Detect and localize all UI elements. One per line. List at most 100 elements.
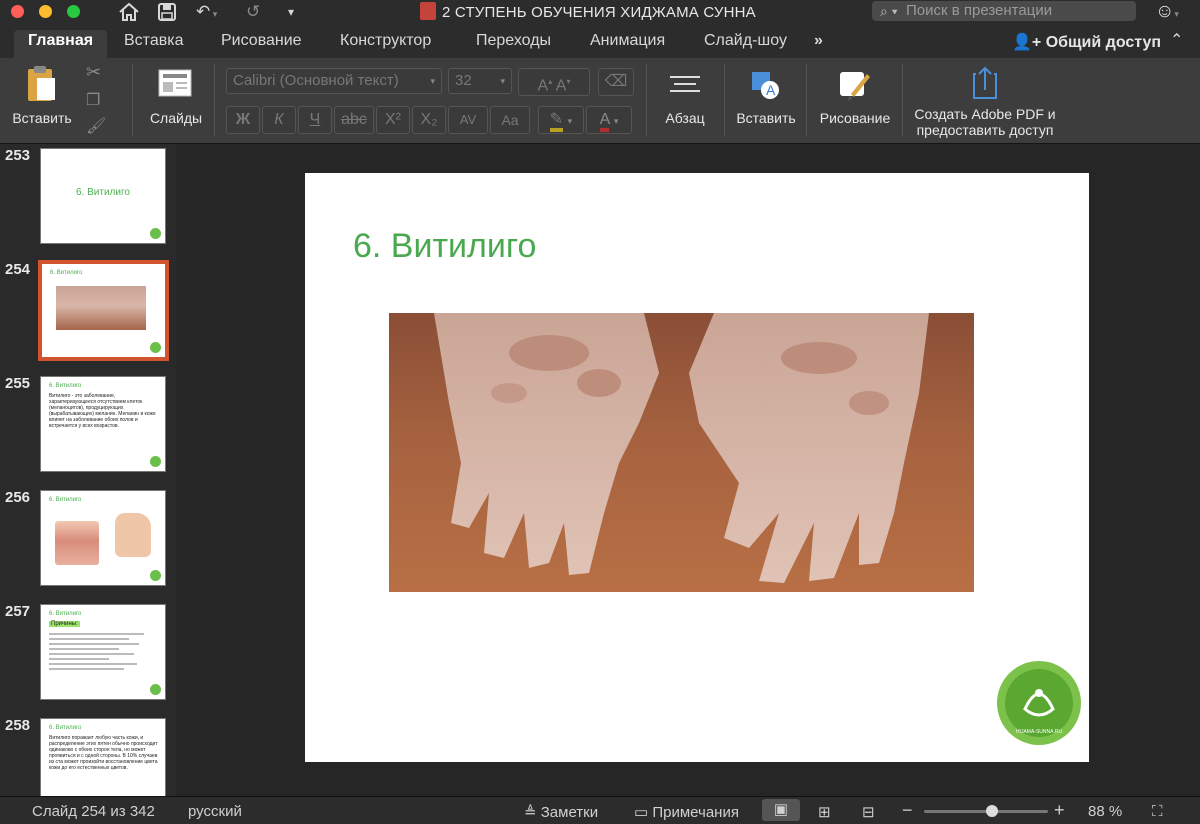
- thumbnail-text-lines: [49, 633, 149, 673]
- clear-formatting-icon[interactable]: ⌫: [598, 68, 634, 96]
- thumbnail-number: 258: [5, 717, 31, 734]
- zoom-out-button[interactable]: −: [902, 800, 913, 821]
- ribbon: Вставить ✂ ❐ 🖌 Слайды Calibri (Основной …: [0, 58, 1200, 144]
- tab-animations[interactable]: Анимация: [576, 30, 679, 58]
- collapse-ribbon-icon[interactable]: ⌃: [1170, 30, 1183, 50]
- superscript-button[interactable]: X²: [376, 106, 410, 134]
- highlighter-icon: ✎: [549, 111, 564, 132]
- current-slide[interactable]: 6. Витилиго HIJAMA-SUNNA.RU: [305, 173, 1089, 762]
- change-case-button[interactable]: Aa: [490, 106, 530, 134]
- zoom-slider-thumb[interactable]: [986, 805, 999, 817]
- share-button[interactable]: 👤+ Общий доступ: [1012, 32, 1161, 52]
- zoom-in-button[interactable]: +: [1054, 800, 1065, 821]
- shape-fill-icon: [840, 72, 870, 101]
- ribbon-divider: [724, 64, 725, 136]
- slide-thumbnail-254[interactable]: 6. Витилиго: [38, 260, 169, 361]
- thumbnail-body-text: Витилиго поражает любую часть кожи, и ра…: [49, 735, 158, 771]
- language-indicator[interactable]: русский: [188, 803, 242, 820]
- thumbnail-title: 6. Витилиго: [49, 497, 82, 503]
- title-bar: ↶ ▾ ↺ ▾ 2 СТУПЕНЬ ОБУЧЕНИЯ ХИДЖАМА СУННА…: [0, 0, 1200, 24]
- create-adobe-pdf-button[interactable]: Создать Adobe PDF и предоставить доступ: [912, 64, 1058, 138]
- bold-button[interactable]: Ж: [226, 106, 260, 134]
- customize-toolbar-icon[interactable]: ▾: [288, 0, 294, 24]
- tab-design[interactable]: Конструктор: [326, 30, 445, 58]
- paragraph-button[interactable]: Абзац: [656, 64, 714, 126]
- feedback-smiley-icon[interactable]: ☺▾: [1155, 0, 1179, 26]
- strikethrough-button[interactable]: abc: [334, 106, 374, 134]
- thumbnail-skin-diagram: [55, 521, 99, 565]
- insert-button[interactable]: A Вставить: [734, 64, 798, 126]
- more-tabs-chevron-icon[interactable]: »: [800, 30, 837, 58]
- ribbon-divider: [902, 64, 903, 136]
- window-title: 2 СТУПЕНЬ ОБУЧЕНИЯ ХИДЖАМА СУННА: [420, 2, 756, 22]
- ribbon-divider: [132, 64, 133, 136]
- redo-icon[interactable]: ↺: [246, 0, 260, 24]
- slide-photo-vitiligo-hands[interactable]: [389, 313, 974, 592]
- ribbon-divider: [806, 64, 807, 136]
- hijama-sunna-logo: HIJAMA-SUNNA.RU: [995, 659, 1083, 747]
- copy-icon[interactable]: ❐: [86, 90, 100, 110]
- zoom-level[interactable]: 88 %: [1088, 803, 1122, 820]
- undo-icon[interactable]: ↶ ▾: [196, 0, 217, 24]
- tab-slideshow[interactable]: Слайд-шоу: [690, 30, 801, 58]
- ribbon-tabs: Главная Вставка Рисование Конструктор Пе…: [0, 24, 1200, 58]
- slide-sorter-view-button[interactable]: ⊞: [818, 803, 831, 821]
- notes-icon: ≜: [524, 804, 541, 821]
- site-logo-icon: [150, 570, 161, 581]
- site-logo-icon: [150, 342, 161, 353]
- cut-icon[interactable]: ✂: [86, 62, 101, 83]
- drawing-button[interactable]: Рисование: [816, 64, 894, 126]
- font-size-select[interactable]: 32 ▾: [448, 68, 512, 94]
- fit-to-window-icon[interactable]: ⛶: [1152, 803, 1163, 820]
- thumbnail-body-text: Витилиго - это заболевание, характеризую…: [49, 393, 156, 429]
- slide-title[interactable]: 6. Витилиго: [353, 227, 536, 266]
- slide-editor[interactable]: 6. Витилиго HIJAMA-SUNNA.RU: [176, 144, 1200, 796]
- new-slide-icon: [158, 69, 192, 97]
- site-logo-icon: [150, 684, 161, 695]
- thumbnail-image: [56, 286, 146, 330]
- paste-button[interactable]: Вставить: [8, 64, 76, 126]
- italic-button[interactable]: К: [262, 106, 296, 134]
- subscript-button[interactable]: X₂: [412, 106, 446, 134]
- character-spacing-button[interactable]: AV: [448, 106, 488, 134]
- grid-icon: ⊞: [818, 804, 831, 821]
- tab-transitions[interactable]: Переходы: [462, 30, 565, 58]
- slide-thumbnail-256[interactable]: 6. Витилиго: [40, 490, 166, 586]
- slide-thumbnail-257[interactable]: 6. Витилиго Причины:: [40, 604, 166, 700]
- font-color-button[interactable]: A ▾: [586, 106, 632, 134]
- search-input[interactable]: ⌕ ▾ Поиск в презентации: [872, 1, 1136, 21]
- slide-thumbnail-253[interactable]: 6. Витилиго: [40, 148, 166, 244]
- minimize-window-button[interactable]: [39, 5, 52, 18]
- highlight-color-button[interactable]: ✎ ▾: [538, 106, 584, 134]
- svg-text:A: A: [766, 82, 776, 98]
- underline-button[interactable]: Ч: [298, 106, 332, 134]
- thumbnail-title: 6. Витилиго: [49, 383, 82, 389]
- format-painter-icon[interactable]: 🖌: [86, 116, 106, 136]
- normal-view-icon: ▣: [773, 801, 789, 818]
- zoom-window-button[interactable]: [67, 5, 80, 18]
- home-icon[interactable]: [118, 0, 140, 24]
- save-icon[interactable]: [158, 0, 176, 24]
- share-pdf-icon: [973, 66, 997, 99]
- font-name-select[interactable]: Calibri (Основной текст) ▾: [226, 68, 442, 94]
- tab-insert[interactable]: Вставка: [110, 30, 197, 58]
- presenter-view-button[interactable]: ⊟: [862, 803, 875, 821]
- font-size-grow-shrink[interactable]: A▴ A▾: [518, 68, 590, 96]
- status-bar: Слайд 254 из 342 русский ≜ Заметки ▭ При…: [0, 796, 1200, 824]
- slide-thumbnail-258[interactable]: 6. Витилиго Витилиго поражает любую част…: [40, 718, 166, 796]
- tab-home[interactable]: Главная: [14, 30, 108, 58]
- thumbnail-badge: Причины:: [49, 621, 80, 627]
- clipboard-icon: [28, 66, 55, 101]
- slides-button[interactable]: Слайды: [146, 64, 206, 126]
- vitiligo-hands-image: [389, 313, 974, 592]
- close-window-button[interactable]: [11, 5, 24, 18]
- normal-view-button[interactable]: ▣: [762, 799, 800, 821]
- notes-button[interactable]: ≜ Заметки: [524, 803, 598, 821]
- comments-button[interactable]: ▭ Примечания: [634, 803, 739, 821]
- slide-thumbnail-255[interactable]: 6. Витилиго Витилиго - это заболевание, …: [40, 376, 166, 472]
- zoom-slider[interactable]: [924, 805, 1048, 817]
- shapes-icon: A: [752, 72, 779, 99]
- slide-thumbnail-panel[interactable]: 253 6. Витилиго 254 6. Витилиго 255 6. В…: [0, 144, 176, 796]
- tab-draw[interactable]: Рисование: [207, 30, 316, 58]
- thumbnail-hand-illustration: [115, 513, 151, 557]
